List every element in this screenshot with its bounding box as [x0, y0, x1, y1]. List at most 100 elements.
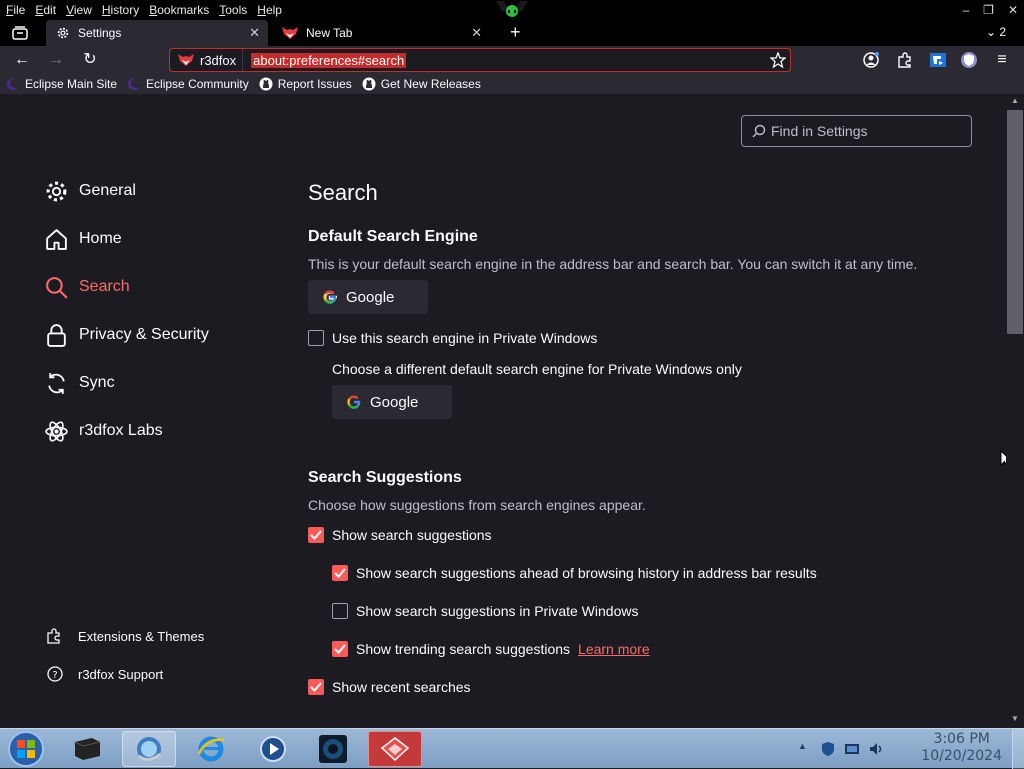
bookmark-star-icon[interactable]: [770, 52, 786, 68]
default-engine-dropdown[interactable]: Google: [308, 280, 428, 314]
volume-icon[interactable]: [868, 741, 884, 757]
tray-overflow-icon[interactable]: ▲: [798, 741, 814, 757]
bookmark-eclipse-main[interactable]: Eclipse Main Site: [6, 77, 117, 91]
extension-shield-icon[interactable]: [960, 51, 978, 69]
menu-view[interactable]: View: [60, 3, 96, 17]
default-engine-description: This is your default search engine in th…: [308, 256, 918, 272]
show-suggestions-checkbox[interactable]: Show search suggestions: [308, 527, 492, 543]
account-icon[interactable]: [862, 51, 880, 69]
clock-date: 10/20/2024: [921, 748, 1002, 764]
r3dfox-icon: [282, 27, 298, 39]
menu-history[interactable]: History: [96, 3, 143, 17]
checkbox[interactable]: [332, 603, 348, 619]
checkbox-label: Show trending search suggestions: [356, 641, 571, 657]
checkbox-label: Show search suggestions in Private Windo…: [356, 603, 639, 619]
bookmark-label: Report Issues: [277, 77, 352, 91]
checkbox[interactable]: [308, 330, 324, 346]
private-windows-engine-checkbox[interactable]: Use this search engine in Private Window…: [308, 330, 597, 346]
close-tab-icon[interactable]: ✕: [249, 25, 260, 41]
system-clock[interactable]: 3:06 PM 10/20/2024: [921, 731, 1002, 765]
close-tab-icon[interactable]: ✕: [471, 25, 482, 41]
address-bar[interactable]: r3dfox about:preferences#search: [169, 48, 791, 72]
eclipse-icon: [7, 78, 20, 90]
sidebar-item-r3dfox-labs[interactable]: r3dfox Labs: [44, 416, 163, 446]
menu-file[interactable]: File: [0, 3, 29, 17]
bookmark-eclipse-community[interactable]: Eclipse Community: [127, 77, 249, 91]
tab-settings[interactable]: Settings ✕: [46, 20, 268, 46]
minimize-button[interactable]: –: [962, 3, 969, 17]
tab-overview-icon[interactable]: [12, 26, 28, 40]
internet-explorer-icon: [197, 736, 225, 762]
suggestions-private-checkbox[interactable]: Show search suggestions in Private Windo…: [332, 603, 638, 619]
taskbar-app-internet-explorer[interactable]: [184, 731, 238, 767]
taskbar-app-media-player[interactable]: [246, 731, 300, 767]
taskbar-app-r3dfox[interactable]: [368, 731, 422, 767]
engine-name: Google: [370, 393, 419, 411]
identity-box[interactable]: r3dfox: [170, 49, 244, 71]
reload-button[interactable]: ↻: [80, 50, 100, 70]
back-button[interactable]: ←: [12, 50, 32, 70]
sidebar-item-privacy-security[interactable]: Privacy & Security: [44, 320, 209, 350]
menu-bookmarks[interactable]: Bookmarks: [143, 3, 213, 17]
sidebar-item-home[interactable]: Home: [44, 224, 122, 254]
menu-hamburger-icon[interactable]: ≡: [992, 50, 1012, 70]
labs-icon: [45, 420, 68, 442]
sidebar-support[interactable]: ? r3dfox Support: [46, 663, 163, 685]
show-desktop-button[interactable]: [1012, 729, 1024, 769]
sync-icon: [48, 372, 65, 394]
extensions-icon[interactable]: [896, 51, 914, 69]
sidebar-item-sync[interactable]: Sync: [44, 368, 115, 398]
google-icon: [347, 395, 361, 409]
taskbar-app-browser-2[interactable]: [306, 731, 360, 767]
scroll-thumb[interactable]: [1007, 110, 1023, 334]
globe-browser-icon: [137, 737, 162, 761]
scroll-down-icon[interactable]: ▼: [1011, 714, 1019, 723]
menu-edit[interactable]: Edit: [29, 3, 60, 17]
forward-button[interactable]: →: [46, 50, 66, 70]
network-icon[interactable]: [844, 741, 860, 757]
search-icon: [46, 276, 68, 299]
list-all-tabs-button[interactable]: ⌄ 2: [986, 25, 1006, 39]
sidebar-item-label: General: [79, 182, 136, 199]
recent-searches-checkbox[interactable]: Show recent searches: [308, 679, 471, 695]
start-button-icon[interactable]: [6, 729, 46, 769]
new-tab-button[interactable]: +: [510, 22, 521, 43]
tab-label: Settings: [78, 26, 122, 40]
learn-more-link[interactable]: Learn more: [578, 641, 650, 657]
bookmark-report-issues[interactable]: Report Issues: [259, 77, 352, 91]
sidebar-item-general[interactable]: General: [44, 176, 136, 206]
menu-help[interactable]: Help: [251, 3, 286, 17]
close-window-button[interactable]: ✕: [1008, 3, 1018, 17]
sidebar-extensions-themes[interactable]: Extensions & Themes: [46, 625, 204, 647]
sidebar-item-search[interactable]: Search: [44, 272, 130, 302]
bookmark-get-new-releases[interactable]: Get New Releases: [362, 77, 481, 91]
taskbar: ▲ 3:06 PM 10/20/2024: [0, 728, 1024, 769]
check-icon: [310, 530, 322, 540]
restore-button[interactable]: ❐: [983, 3, 994, 17]
security-shield-icon[interactable]: [820, 741, 836, 757]
tab-new-tab[interactable]: New Tab ✕: [272, 20, 490, 46]
home-icon: [46, 228, 67, 250]
bookmarks-bar: Eclipse Main Site Eclipse Community Repo…: [0, 74, 1024, 94]
checkbox-checked[interactable]: [308, 527, 324, 543]
taskbar-app-browser-1[interactable]: [122, 731, 176, 767]
suggestions-description: Choose how suggestions from search engin…: [308, 497, 646, 513]
checkbox-checked[interactable]: [332, 641, 348, 657]
private-engine-dropdown[interactable]: Google: [332, 385, 452, 419]
menu-tools[interactable]: Tools: [213, 3, 251, 17]
checkbox-checked[interactable]: [308, 679, 324, 695]
page-scrollbar[interactable]: ▲ ▼: [1006, 94, 1024, 728]
github-icon: [362, 77, 376, 91]
checkbox-label: Show recent searches: [332, 679, 471, 695]
checkbox-checked[interactable]: [332, 565, 348, 581]
page-title: Search: [308, 180, 378, 205]
taskbar-app-terminal[interactable]: [60, 731, 114, 767]
media-player-icon: [260, 736, 286, 762]
find-in-settings-input[interactable]: Find in Settings: [741, 115, 972, 147]
scroll-up-icon[interactable]: ▲: [1011, 96, 1019, 105]
extension-blue-icon[interactable]: [929, 51, 947, 69]
github-icon: [259, 77, 273, 91]
trending-suggestions-checkbox[interactable]: Show trending search suggestions Learn m…: [332, 641, 650, 657]
suggestions-ahead-checkbox[interactable]: Show search suggestions ahead of browsin…: [332, 565, 817, 581]
url-text[interactable]: about:preferences#search: [251, 52, 407, 68]
